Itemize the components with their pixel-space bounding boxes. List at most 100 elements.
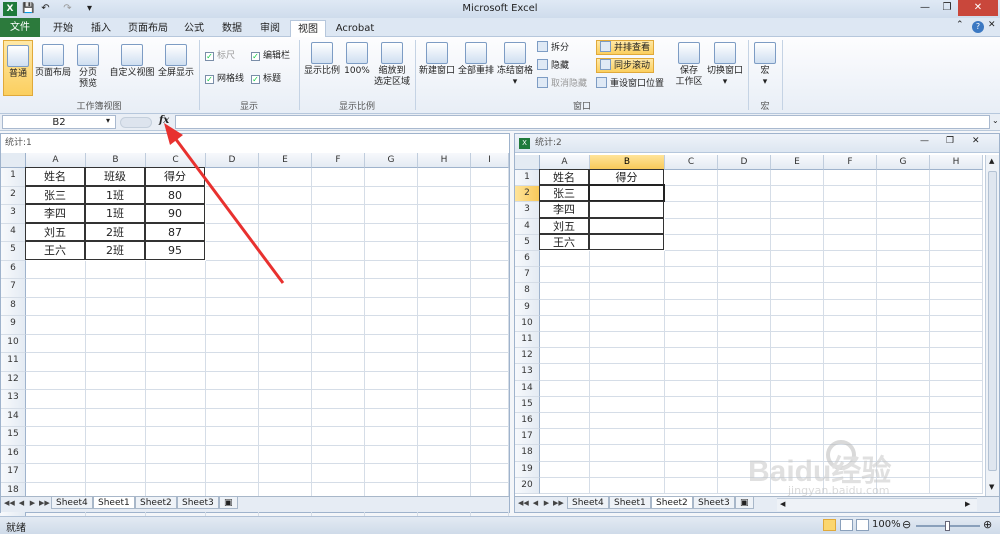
table-cell[interactable] xyxy=(312,390,365,409)
table-cell[interactable] xyxy=(146,464,206,483)
row-header[interactable]: 10 xyxy=(515,315,540,332)
row-header[interactable]: 3 xyxy=(1,205,26,224)
table-cell[interactable] xyxy=(540,348,590,365)
table-cell[interactable] xyxy=(26,408,86,427)
table-cell[interactable] xyxy=(540,429,590,446)
macros-button[interactable]: 宏 ▾ xyxy=(752,42,778,88)
table-cell[interactable] xyxy=(771,299,824,316)
row-header[interactable]: 4 xyxy=(515,218,540,235)
table-cell[interactable] xyxy=(259,297,312,316)
table-cell[interactable] xyxy=(206,334,259,353)
table-cell[interactable] xyxy=(86,464,146,483)
table-cell[interactable] xyxy=(365,242,418,261)
table-cell[interactable] xyxy=(418,316,471,335)
table-cell[interactable] xyxy=(146,408,206,427)
table-cell[interactable] xyxy=(930,348,983,365)
column-header[interactable]: G xyxy=(877,155,930,170)
table-cell[interactable] xyxy=(930,218,983,235)
row-header[interactable]: 11 xyxy=(515,332,540,349)
sheet-tab-sheet4[interactable]: Sheet4 xyxy=(567,497,609,509)
column-header[interactable]: A xyxy=(26,153,86,168)
table-cell[interactable] xyxy=(930,332,983,349)
table-cell[interactable] xyxy=(206,390,259,409)
column-header[interactable]: B xyxy=(590,155,665,170)
table-cell[interactable] xyxy=(312,223,365,242)
sheet-tab-sheet4[interactable]: Sheet4 xyxy=(51,497,93,509)
table-cell[interactable] xyxy=(26,390,86,409)
table-cell[interactable] xyxy=(930,170,983,187)
table-cell[interactable] xyxy=(471,371,509,390)
table-cell[interactable] xyxy=(26,279,86,298)
row-header[interactable]: 1 xyxy=(1,168,26,187)
gridlines-checkbox[interactable]: ✓ 网格线 xyxy=(205,72,244,86)
zoom-selection-button[interactable]: 缩放到 选定区域 xyxy=(372,42,412,88)
table-cell[interactable] xyxy=(365,168,418,187)
scroll-down-icon[interactable]: ▼ xyxy=(989,483,994,491)
table-cell[interactable] xyxy=(312,242,365,261)
table-cell[interactable] xyxy=(665,413,718,430)
table-cell[interactable] xyxy=(471,297,509,316)
normal-view-button[interactable]: 普通 xyxy=(3,40,33,96)
table-cell[interactable] xyxy=(718,332,771,349)
table-cell[interactable] xyxy=(718,413,771,430)
zoom-in-icon[interactable]: ⊕ xyxy=(983,518,992,531)
table-cell[interactable] xyxy=(471,353,509,372)
tab-home[interactable]: 开始 xyxy=(45,20,81,37)
table-cell[interactable] xyxy=(146,316,206,335)
row-header[interactable]: 16 xyxy=(515,413,540,430)
row-header[interactable]: 12 xyxy=(515,348,540,365)
page-layout-status-icon[interactable] xyxy=(840,519,853,531)
table-cell[interactable] xyxy=(418,427,471,446)
table-cell[interactable] xyxy=(26,353,86,372)
table-cell[interactable]: 2班 xyxy=(85,241,145,260)
table-cell[interactable] xyxy=(365,408,418,427)
table-cell[interactable] xyxy=(365,279,418,298)
zoom-level[interactable]: 100% xyxy=(872,519,901,530)
table-cell[interactable] xyxy=(665,429,718,446)
table-cell[interactable] xyxy=(718,315,771,332)
table-cell[interactable] xyxy=(590,461,665,478)
table-cell[interactable] xyxy=(930,251,983,268)
table-cell[interactable] xyxy=(540,445,590,462)
column-header[interactable]: H xyxy=(418,153,471,168)
table-cell[interactable] xyxy=(418,408,471,427)
table-cell[interactable] xyxy=(146,297,206,316)
arrange-all-button[interactable]: 全部重排 xyxy=(457,42,495,77)
prev-sheet-icon[interactable]: ◀ xyxy=(531,499,540,507)
page-break-preview-button[interactable]: 分页 预览 xyxy=(73,44,103,90)
scroll-right-icon[interactable]: ▶ xyxy=(965,500,970,508)
table-cell[interactable] xyxy=(718,348,771,365)
first-sheet-icon[interactable]: ◀◀ xyxy=(518,499,529,507)
table-cell[interactable] xyxy=(590,267,665,284)
table-cell[interactable] xyxy=(877,267,930,284)
table-cell[interactable] xyxy=(824,299,877,316)
table-cell[interactable] xyxy=(540,251,590,268)
row-header[interactable]: 20 xyxy=(515,477,540,494)
table-cell[interactable] xyxy=(771,315,824,332)
table-cell[interactable] xyxy=(540,315,590,332)
row-header[interactable]: 8 xyxy=(1,297,26,316)
table-cell[interactable] xyxy=(877,332,930,349)
table-cell[interactable] xyxy=(312,445,365,464)
table-cell[interactable] xyxy=(365,316,418,335)
table-cell[interactable] xyxy=(26,445,86,464)
active-cell[interactable] xyxy=(588,184,665,203)
table-cell[interactable] xyxy=(86,408,146,427)
row-header[interactable]: 9 xyxy=(1,316,26,335)
table-cell[interactable] xyxy=(540,477,590,494)
table-cell[interactable] xyxy=(365,334,418,353)
table-cell[interactable] xyxy=(86,316,146,335)
table-cell[interactable] xyxy=(930,283,983,300)
table-cell[interactable] xyxy=(146,427,206,446)
table-cell[interactable] xyxy=(418,390,471,409)
zoom-slider-thumb[interactable] xyxy=(945,521,950,531)
table-cell[interactable] xyxy=(590,251,665,268)
tab-review[interactable]: 审阅 xyxy=(252,20,288,37)
table-cell[interactable] xyxy=(771,396,824,413)
table-cell[interactable] xyxy=(418,260,471,279)
column-header[interactable]: G xyxy=(365,153,418,168)
table-cell[interactable] xyxy=(718,380,771,397)
right-select-all[interactable] xyxy=(515,155,540,170)
row-header[interactable]: 6 xyxy=(1,260,26,279)
table-cell[interactable] xyxy=(418,279,471,298)
